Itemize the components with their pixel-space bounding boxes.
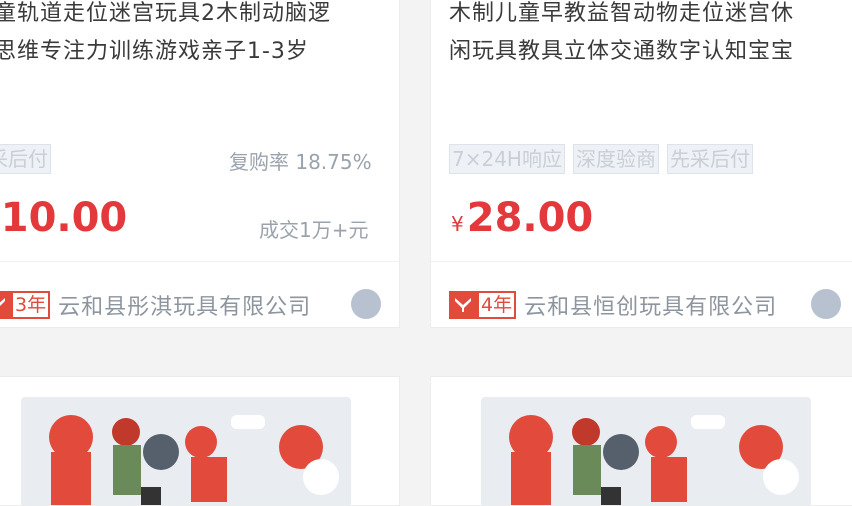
shop-badge-icon [0,291,11,319]
product-card[interactable] [430,376,852,506]
chat-icon[interactable] [351,289,381,319]
shop-years-badge: 3年 [11,291,51,319]
product-card[interactable] [0,376,400,506]
price: ¥ 28.00 [451,195,593,241]
deal-volume: 成交1万+元 [259,218,369,242]
product-title[interactable]: 儿童轨道走位迷宫玩具2木制动脑逻辑思维专注力训练游戏亲子1-3岁 [0,0,351,71]
shop-years-badge: 4年 [477,291,517,319]
shop-info[interactable]: 4年 云和县恒创玩具有限公司 [449,289,777,321]
shop-name-link[interactable]: 云和县恒创玩具有限公司 [524,289,777,321]
divider [431,261,852,262]
repurchase-rate: 复购率 18.75% [229,150,372,174]
shop-info[interactable]: 3年 云和县彤淇玩具有限公司 [0,289,311,321]
chat-icon[interactable] [811,289,841,319]
service-tags: 先采后付 [0,144,51,174]
product-card[interactable]: 儿童轨道走位迷宫玩具2木制动脑逻辑思维专注力训练游戏亲子1-3岁 先采后付 复购… [0,0,400,328]
product-image[interactable] [21,397,351,505]
service-tag: 7×24H响应 [449,144,565,174]
service-tag: 先采后付 [666,144,753,174]
divider [0,261,399,262]
currency-symbol: ¥ [451,212,464,236]
product-title[interactable]: 木制儿童早教益智动物走位迷宫休闲玩具教具立体交通数字认知宝宝 [449,0,809,71]
service-tags: 7×24H响应 深度验商 先采后付 [449,144,753,174]
shop-badge-icon [449,291,477,319]
product-card[interactable]: 木制儿童早教益智动物走位迷宫休闲玩具教具立体交通数字认知宝宝 7×24H响应 深… [430,0,852,328]
price-value: 28.00 [466,195,594,241]
service-tag: 深度验商 [572,144,659,174]
price: ¥ 10.00 [0,195,128,241]
service-tag: 先采后付 [0,144,51,174]
price-value: 10.00 [0,195,128,241]
product-image[interactable] [481,397,811,505]
shop-name-link[interactable]: 云和县彤淇玩具有限公司 [58,289,311,321]
